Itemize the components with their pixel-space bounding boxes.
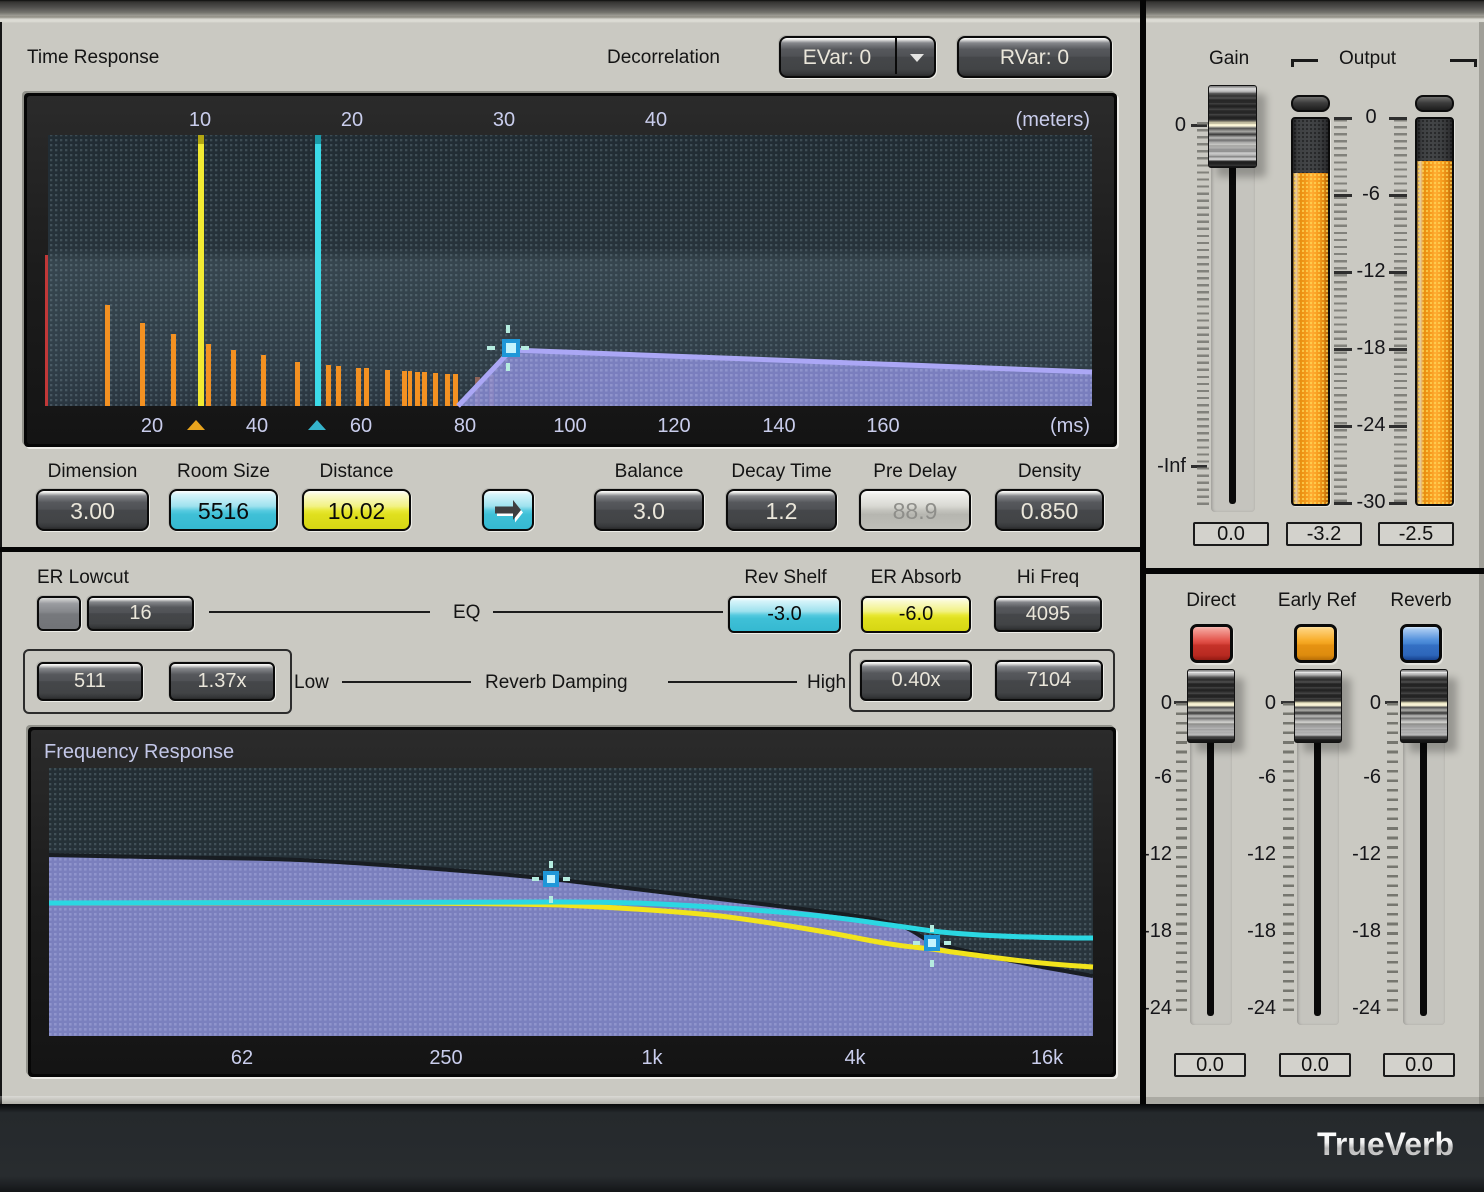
svg-text:(meters): (meters) xyxy=(1016,109,1090,131)
svg-text:20: 20 xyxy=(341,109,363,131)
svg-text:20: 20 xyxy=(141,415,163,437)
svg-text:160: 160 xyxy=(866,415,899,437)
svg-text:140: 140 xyxy=(762,415,795,437)
svg-text:40: 40 xyxy=(246,415,268,437)
svg-text:100: 100 xyxy=(553,415,586,437)
svg-text:250: 250 xyxy=(429,1047,462,1069)
svg-text:1k: 1k xyxy=(641,1047,663,1069)
svg-text:40: 40 xyxy=(645,109,667,131)
svg-text:10: 10 xyxy=(189,109,211,131)
svg-text:16k: 16k xyxy=(1031,1047,1064,1069)
svg-text:(ms): (ms) xyxy=(1050,415,1090,437)
svg-text:30: 30 xyxy=(493,109,515,131)
svg-text:80: 80 xyxy=(454,415,476,437)
svg-text:120: 120 xyxy=(657,415,690,437)
svg-text:Frequency Response: Frequency Response xyxy=(44,741,234,763)
svg-text:4k: 4k xyxy=(844,1047,866,1069)
svg-text:62: 62 xyxy=(231,1047,253,1069)
svg-text:60: 60 xyxy=(350,415,372,437)
